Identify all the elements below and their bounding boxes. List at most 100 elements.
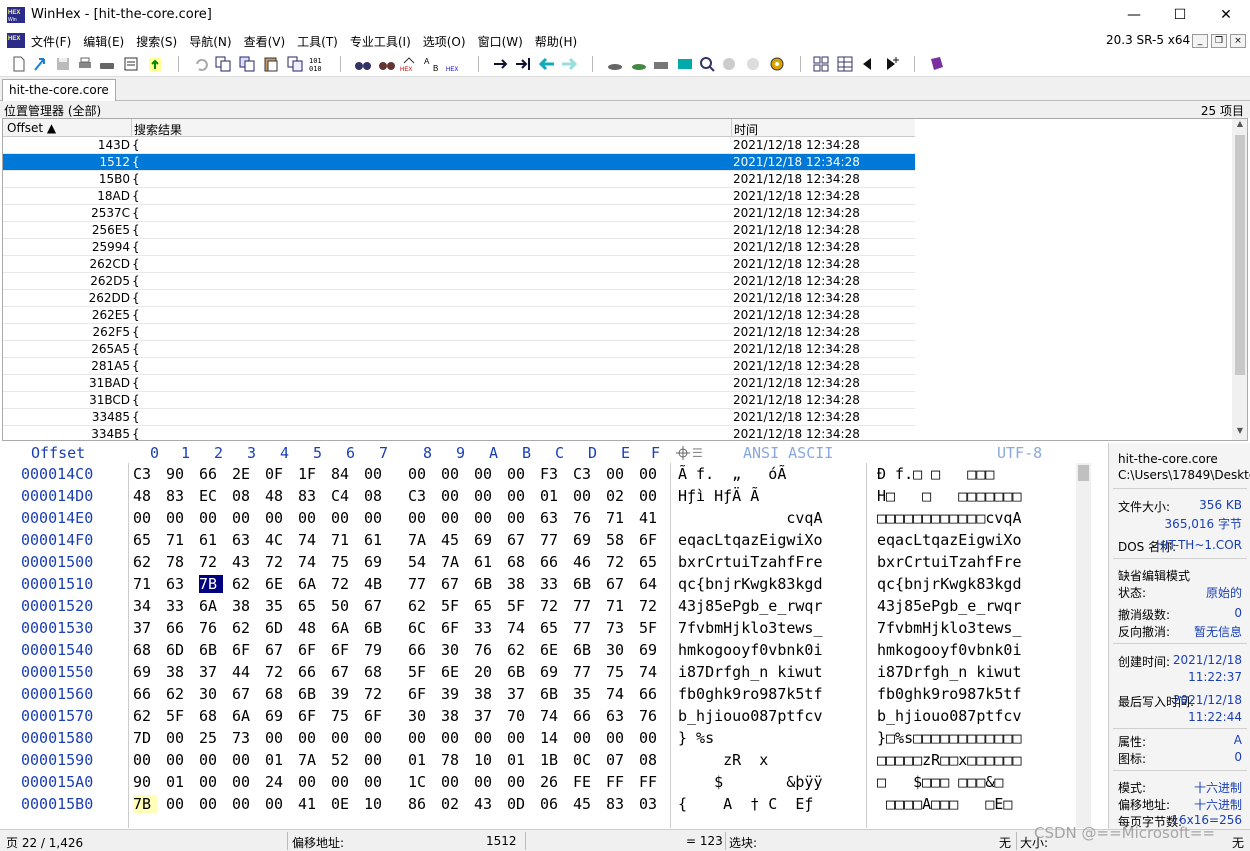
menu-item-7[interactable]: 选项(O) xyxy=(417,33,472,50)
hex-byte[interactable]: 6A xyxy=(199,597,223,615)
hex-byte[interactable]: 30 xyxy=(606,641,630,659)
minimize-button[interactable]: — xyxy=(1111,0,1157,30)
ansi-row[interactable]: $ &þÿÿ xyxy=(678,773,822,791)
hex-byte[interactable]: 69 xyxy=(639,641,663,659)
utf8-row[interactable]: 7fvbmHjklo3tews_ xyxy=(877,619,1022,637)
utf8-row[interactable]: hmkogooyf0vbnk0i xyxy=(877,641,1022,659)
hex-byte[interactable]: 72 xyxy=(265,663,289,681)
find-hex-icon[interactable] xyxy=(378,55,396,73)
goto-offset-icon[interactable] xyxy=(492,55,510,73)
hex-byte[interactable]: 00 xyxy=(166,751,190,769)
hex-byte[interactable]: 61 xyxy=(364,531,388,549)
hex-byte[interactable]: 66 xyxy=(298,663,322,681)
hex-byte[interactable]: 6F xyxy=(441,619,465,637)
hex-byte[interactable]: 25 xyxy=(199,729,223,747)
hex-byte[interactable]: 41 xyxy=(298,795,322,813)
hex-byte[interactable]: 00 xyxy=(573,729,597,747)
ansi-row[interactable]: fb0ghk9ro987k5tf xyxy=(678,685,823,703)
hex-byte[interactable]: 1C xyxy=(408,773,432,791)
utf8-row[interactable]: □ $□□□ □□□&□ xyxy=(877,773,1003,791)
hex-byte[interactable]: 0D xyxy=(507,795,531,813)
hex-byte[interactable]: 78 xyxy=(166,553,190,571)
hex-byte[interactable]: 6D xyxy=(265,619,289,637)
ansi-row[interactable]: hmkogooyf0vbnk0i xyxy=(678,641,823,659)
hex-byte[interactable]: 65 xyxy=(540,619,564,637)
ansi-row[interactable]: cvqA xyxy=(678,509,822,527)
hex-row-offset[interactable]: 000015A0 xyxy=(21,773,93,791)
hex-byte[interactable]: 38 xyxy=(166,663,190,681)
ansi-text-area[interactable]: Ã f. „ óÃ Hƒì HƒÄ Ã cvqA eqacLtqazEigwiXo… xyxy=(670,463,865,828)
hex-byte[interactable]: C3 xyxy=(408,487,432,505)
hex-byte[interactable]: 6B xyxy=(364,619,388,637)
utf8-row[interactable]: □□□□A□□□ □E□ xyxy=(877,795,1012,813)
hex-byte[interactable]: 6B xyxy=(507,663,531,681)
hex-byte[interactable]: 63 xyxy=(232,531,256,549)
hex-byte[interactable]: 83 xyxy=(166,487,190,505)
hex-byte[interactable]: C3 xyxy=(133,465,157,483)
utf8-row[interactable]: 43j85ePgb_e_rwqr xyxy=(877,597,1022,615)
utf8-row[interactable]: i87Drfgh_n kiwut xyxy=(877,663,1022,681)
hex-byte[interactable]: 6B xyxy=(298,685,322,703)
hex-byte[interactable]: 66 xyxy=(133,685,157,703)
menu-item-3[interactable]: 导航(N) xyxy=(183,33,237,50)
hex-byte[interactable]: 00 xyxy=(199,751,223,769)
table-row[interactable]: 31BCD{2021/12/18 12:34:28 xyxy=(3,392,915,409)
menu-item-8[interactable]: 窗口(W) xyxy=(472,33,529,50)
hex-byte[interactable]: 7A xyxy=(408,531,432,549)
hex-byte[interactable]: 72 xyxy=(540,597,564,615)
hex-byte[interactable]: 00 xyxy=(408,465,432,483)
hex-byte[interactable]: 75 xyxy=(331,553,355,571)
hex-byte[interactable]: 38 xyxy=(474,685,498,703)
hex-byte[interactable]: 00 xyxy=(507,509,531,527)
search-hex-icon[interactable]: HEX xyxy=(446,55,464,73)
hex-byte[interactable]: 83 xyxy=(298,487,322,505)
table-row[interactable]: 262D5{2021/12/18 12:34:28 xyxy=(3,273,915,290)
hex-byte[interactable]: 00 xyxy=(166,509,190,527)
hex-byte[interactable]: 6A xyxy=(298,575,322,593)
hex-byte[interactable]: 37 xyxy=(199,663,223,681)
hex-byte[interactable]: 00 xyxy=(133,751,157,769)
hex-byte[interactable]: 37 xyxy=(474,707,498,725)
ram-editor-icon[interactable] xyxy=(630,55,648,73)
hex-byte[interactable]: 6F xyxy=(408,685,432,703)
hex-byte[interactable]: 62 xyxy=(507,641,531,659)
hex-byte[interactable]: 72 xyxy=(639,597,663,615)
hex-byte[interactable]: 65 xyxy=(639,553,663,571)
replace-hex-icon[interactable]: HEX xyxy=(400,55,418,73)
hex-byte[interactable]: 39 xyxy=(441,685,465,703)
hex-byte[interactable]: 71 xyxy=(133,575,157,593)
hex-byte[interactable]: 68 xyxy=(507,553,531,571)
hex-byte[interactable]: 67 xyxy=(441,575,465,593)
hex-byte[interactable]: 76 xyxy=(573,509,597,527)
hex-byte[interactable]: 71 xyxy=(606,597,630,615)
hex-byte[interactable]: C3 xyxy=(573,465,597,483)
menu-item-5[interactable]: 工具(T) xyxy=(291,33,344,50)
ansi-row[interactable]: bxrCrtuiTzahfFre xyxy=(678,553,823,571)
hex-byte[interactable]: 6E xyxy=(441,663,465,681)
forward-icon[interactable] xyxy=(560,55,578,73)
hex-byte[interactable]: 00 xyxy=(364,465,388,483)
utf8-row[interactable]: □□□□□□□□□□□□cvqA xyxy=(877,509,1022,527)
hex-byte[interactable]: 08 xyxy=(364,487,388,505)
hex-byte[interactable]: 69 xyxy=(265,707,289,725)
hex-byte[interactable]: 00 xyxy=(639,487,663,505)
hex-byte[interactable]: 74 xyxy=(298,553,322,571)
utf8-row[interactable]: □□□□□zR□□x□□□□□□ xyxy=(877,751,1022,769)
hex-byte[interactable]: 76 xyxy=(639,707,663,725)
hex-byte[interactable]: 68 xyxy=(364,663,388,681)
utf8-row[interactable]: bxrCrtuiTzahfFre xyxy=(877,553,1022,571)
grid-view-icon[interactable] xyxy=(812,55,830,73)
maximize-button[interactable]: ☐ xyxy=(1157,0,1203,30)
menu-item-4[interactable]: 查看(V) xyxy=(238,33,292,50)
hex-byte[interactable]: 00 xyxy=(606,465,630,483)
previous-icon[interactable] xyxy=(858,55,876,73)
hex-byte[interactable]: 6E xyxy=(265,575,289,593)
table-row[interactable]: 334B5{2021/12/18 12:34:28 xyxy=(3,426,915,440)
hex-byte[interactable]: 0E xyxy=(331,795,355,813)
next-icon[interactable] xyxy=(882,55,900,73)
hex-byte[interactable]: 35 xyxy=(573,685,597,703)
hex-byte[interactable]: 00 xyxy=(441,487,465,505)
binary-icon[interactable]: 101010 xyxy=(308,55,326,73)
hex-byte[interactable]: 67 xyxy=(606,575,630,593)
hex-byte[interactable]: 24 xyxy=(265,773,289,791)
